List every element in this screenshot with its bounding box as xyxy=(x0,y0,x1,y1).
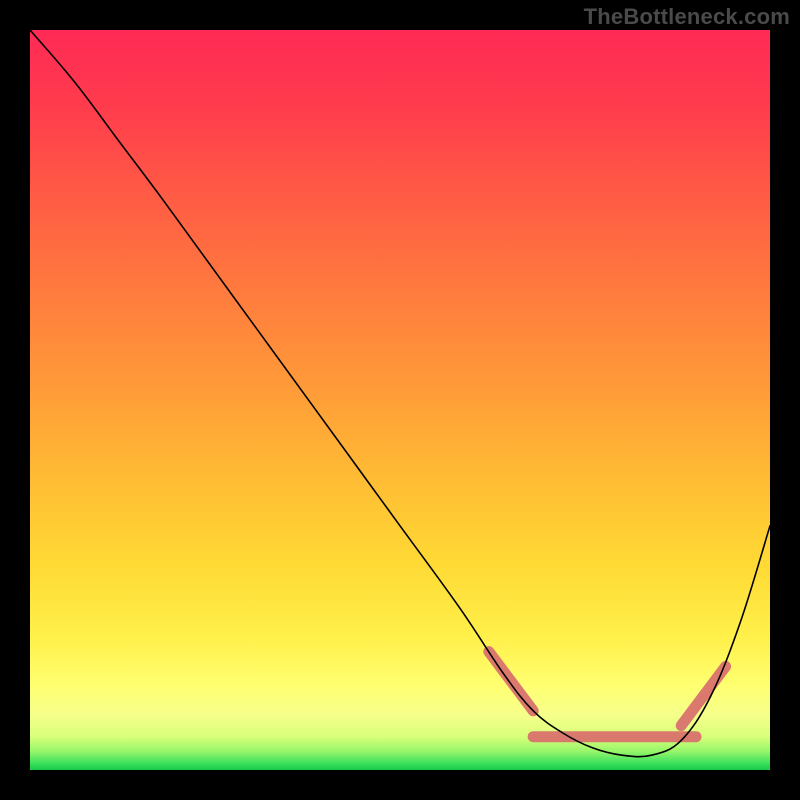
plot-area xyxy=(30,30,770,770)
chart-frame: TheBottleneck.com xyxy=(0,0,800,800)
chart-svg xyxy=(30,30,770,770)
gradient-background xyxy=(30,30,770,770)
watermark-text: TheBottleneck.com xyxy=(584,4,790,30)
